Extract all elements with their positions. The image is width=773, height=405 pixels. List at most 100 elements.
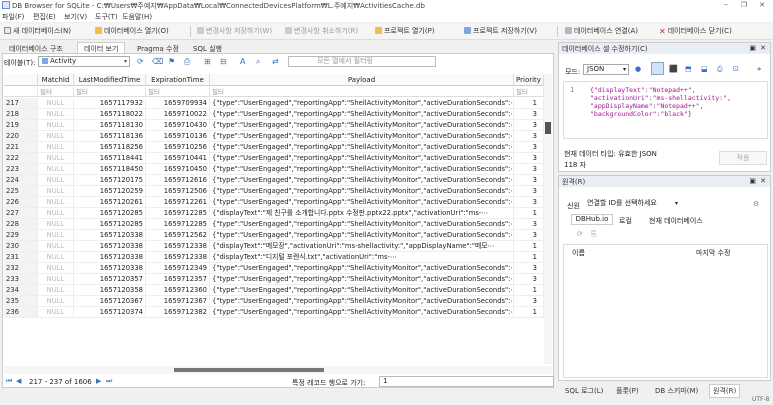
cell-expiration[interactable]: 1659712367 [146, 296, 210, 307]
tab-remote[interactable]: 원격(R) [709, 384, 741, 398]
cell-expiration[interactable]: 1659712506 [146, 186, 210, 197]
cell-expiration[interactable]: 1659712562 [146, 230, 210, 241]
cell-lastmodified[interactable]: 1657120175 [74, 175, 146, 186]
write-changes-button[interactable]: 변경사항 저장하기(W) [197, 26, 272, 36]
scrollbar-thumb[interactable] [545, 122, 551, 134]
cell-matchid[interactable]: NULL [38, 142, 74, 153]
cell-lastmodified[interactable]: 1657120338 [74, 241, 146, 252]
table-row[interactable]: 226 NULL 1657120261 1659712261 {"type":"User… [4, 197, 544, 208]
menu-view[interactable]: 보기(V) [64, 12, 87, 22]
clear-filters-icon[interactable]: ⌫ [152, 57, 163, 66]
close-pane-icon[interactable]: ✕ [760, 44, 766, 52]
more-icon[interactable]: » [757, 65, 761, 73]
table-row[interactable]: 236 NULL 1657120374 1659712382 {"type":"User… [4, 307, 544, 318]
clone-icon[interactable]: ⎘ [591, 230, 597, 239]
revert-changes-button[interactable]: 변경사항 취소하기(R) [285, 26, 358, 36]
cell-payload[interactable]: {"type":"UserEngaged","reportingApp":"Sh… [210, 285, 514, 296]
open-project-button[interactable]: 프로젝트 열기(P) [375, 26, 435, 36]
menu-help[interactable]: 도움말(H) [122, 12, 152, 22]
export-icon[interactable]: ⬒ [685, 65, 692, 73]
identity-settings-icon[interactable]: ⚙ [753, 200, 759, 208]
cell-payload[interactable]: {"type":"UserEngaged","reportingApp":"Sh… [210, 274, 514, 285]
cell-expiration[interactable]: 1659712285 [146, 219, 210, 230]
mode-select[interactable]: JSON ▾ [583, 64, 629, 75]
cell-expiration[interactable]: 1659712285 [146, 208, 210, 219]
tab-pragma[interactable]: Pragma 수정 [130, 42, 186, 53]
grid-horizontal-scrollbar[interactable] [4, 366, 552, 374]
tab-plot[interactable]: 플롯(P) [612, 384, 643, 398]
table-row[interactable]: 234 NULL 1657120358 1659712360 {"type":"User… [4, 285, 544, 296]
cell-expiration[interactable]: 1659710256 [146, 142, 210, 153]
import-icon[interactable]: ⬛ [669, 65, 678, 73]
cell-lastmodified[interactable]: 1657118136 [74, 131, 146, 142]
replace-icon[interactable]: ⇄ [272, 57, 279, 66]
cell-payload[interactable]: {"type":"UserEngaged","reportingApp":"Sh… [210, 109, 514, 120]
table-row[interactable]: 232 NULL 1657120338 1659712349 {"type":"User… [4, 263, 544, 274]
tab-db-schema[interactable]: DB 스키마(M) [651, 384, 702, 398]
cell-priority[interactable]: 3 [514, 274, 544, 285]
cell-lastmodified[interactable]: 1657118441 [74, 153, 146, 164]
apply-button[interactable]: 적용 [719, 151, 767, 165]
cell-priority[interactable]: 3 [514, 109, 544, 120]
cell-priority[interactable]: 1 [514, 241, 544, 252]
col-header-priority[interactable]: Priority [514, 74, 544, 86]
print-icon[interactable]: ⎙ [184, 57, 190, 67]
cell-matchid[interactable]: NULL [38, 120, 74, 131]
cell-lastmodified[interactable]: 1657120338 [74, 230, 146, 241]
cell-expiration[interactable]: 1659712349 [146, 263, 210, 274]
cell-priority[interactable]: 3 [514, 120, 544, 131]
cell-lastmodified[interactable]: 1657120259 [74, 186, 146, 197]
cell-expiration[interactable]: 1659712616 [146, 175, 210, 186]
menu-tools[interactable]: 도구(T) [95, 12, 118, 22]
cell-expiration[interactable]: 1659712338 [146, 241, 210, 252]
cell-payload[interactable]: {"type":"UserEngaged","reportingApp":"Sh… [210, 120, 514, 131]
print-cell-icon[interactable]: ⎙ [717, 65, 723, 74]
cell-lastmodified[interactable]: 1657120261 [74, 197, 146, 208]
cell-payload[interactable]: {"type":"UserEngaged","reportingApp":"Sh… [210, 219, 514, 230]
filter-matchid[interactable]: 필터 [38, 87, 74, 97]
cell-payload[interactable]: {"type":"UserEngaged","reportingApp":"Sh… [210, 230, 514, 241]
global-filter-input[interactable]: 모든 열에서 필터링 [288, 56, 436, 67]
cell-priority[interactable]: 3 [514, 164, 544, 175]
cell-lastmodified[interactable]: 1657118130 [74, 120, 146, 131]
table-row[interactable]: 229 NULL 1657120338 1659712562 {"type":"User… [4, 230, 544, 241]
cell-expiration[interactable]: 1659712382 [146, 307, 210, 318]
cell-expiration[interactable]: 1659710430 [146, 120, 210, 131]
cell-priority[interactable]: 3 [514, 230, 544, 241]
refresh-icon[interactable]: ⟳ [577, 230, 583, 238]
cell-lastmodified[interactable]: 1657120374 [74, 307, 146, 318]
cell-matchid[interactable]: NULL [38, 131, 74, 142]
cell-priority[interactable]: 3 [514, 296, 544, 307]
cell-priority[interactable]: 1 [514, 98, 544, 109]
scrollbar-thumb[interactable] [174, 368, 324, 372]
table-row[interactable]: 233 NULL 1657120357 1659712357 {"type":"User… [4, 274, 544, 285]
cell-matchid[interactable]: NULL [38, 208, 74, 219]
table-row[interactable]: 228 NULL 1657120285 1659712285 {"type":"User… [4, 219, 544, 230]
cell-expiration[interactable]: 1659710441 [146, 153, 210, 164]
first-record-icon[interactable]: ⏮ [6, 377, 12, 386]
new-database-button[interactable]: 새 데이터베이스(N) [4, 26, 71, 36]
cell-priority[interactable]: 3 [514, 153, 544, 164]
col-header-payload[interactable]: Payload [210, 74, 514, 86]
table-row[interactable]: 224 NULL 1657120175 1659712616 {"type":"User… [4, 175, 544, 186]
cell-matchid[interactable]: NULL [38, 153, 74, 164]
next-record-icon[interactable]: ▶ [96, 377, 101, 385]
auto-switch-icon[interactable]: ● [635, 65, 641, 73]
tab-browse-data[interactable]: 데이터 보기 [77, 42, 126, 53]
cell-matchid[interactable]: NULL [38, 274, 74, 285]
cell-expiration[interactable]: 1659712338 [146, 252, 210, 263]
cell-editor[interactable]: 1 {"displayText":"Notepad++", "activatio… [563, 81, 768, 139]
table-row[interactable]: 217 NULL 1657117932 1659709934 {"type":"User… [4, 98, 544, 109]
cell-matchid[interactable]: NULL [38, 263, 74, 274]
cell-priority[interactable]: 3 [514, 197, 544, 208]
undock-icon[interactable]: ▣ [749, 44, 756, 52]
cell-matchid[interactable]: NULL [38, 109, 74, 120]
col-header-lastmodified[interactable]: LastModifiedTime [74, 74, 146, 86]
cell-matchid[interactable]: NULL [38, 219, 74, 230]
table-row[interactable]: 227 NULL 1657120285 1659712285 {"displayText… [4, 208, 544, 219]
word-wrap-toggle[interactable] [651, 62, 664, 75]
cell-lastmodified[interactable]: 1657120358 [74, 285, 146, 296]
cell-lastmodified[interactable]: 1657120367 [74, 296, 146, 307]
cell-payload[interactable]: {"type":"UserEngaged","reportingApp":"Sh… [210, 131, 514, 142]
cell-matchid[interactable]: NULL [38, 164, 74, 175]
